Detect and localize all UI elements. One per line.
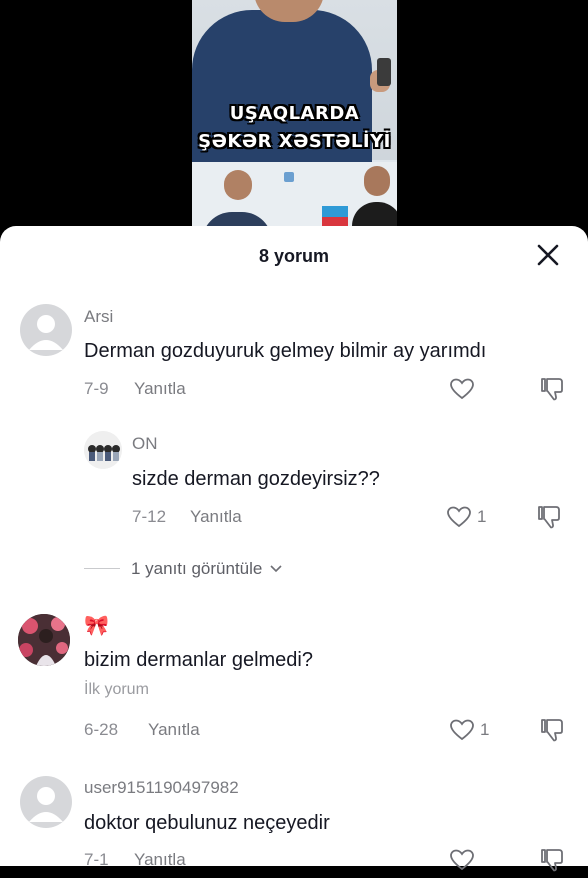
divider <box>84 568 120 569</box>
video-thumbnail: UŞAQLARDA ŞƏKƏR XƏSTƏLİYİ <box>192 0 397 240</box>
comments-count-title: 8 yorum <box>258 246 330 266</box>
view-replies-button[interactable]: 1 yanıtı görüntüle <box>131 559 283 579</box>
like-count: 1 <box>477 507 487 526</box>
comment-date: 7-12 <box>132 507 167 526</box>
microphone-icon <box>377 58 391 86</box>
comment-username[interactable]: user9151190497982 <box>84 778 239 798</box>
reply-button[interactable]: Yanıtla <box>134 379 186 399</box>
reply-button[interactable]: Yanıtla <box>190 507 242 527</box>
close-icon[interactable] <box>536 243 560 267</box>
heart-icon[interactable] <box>446 504 472 530</box>
view-replies-label: 1 yanıtı görüntüle <box>131 559 263 578</box>
photo-avatar-icon <box>18 614 70 666</box>
comment-date: 7-9 <box>84 379 109 398</box>
first-comment-badge: İlk yorum <box>84 681 149 698</box>
reply-button[interactable]: Yanıtla <box>148 720 200 740</box>
comment-date: 7-1 <box>84 850 109 869</box>
avatar[interactable] <box>20 304 72 356</box>
reply-button[interactable]: Yanıtla <box>134 850 186 870</box>
chevron-down-icon <box>270 565 282 573</box>
comment-text: doktor qebulunuz neçeyedir <box>84 812 330 834</box>
comment-text: sizde derman gozdeyirsiz?? <box>132 468 380 490</box>
default-avatar-icon <box>29 787 63 822</box>
avatar[interactable] <box>18 614 70 666</box>
comment-text: Derman gozduyuruk gelmey bilmir ay yarım… <box>84 340 487 362</box>
dislike-icon[interactable] <box>539 717 565 743</box>
interviewer-head <box>364 166 390 196</box>
like-count: 1 <box>480 720 490 739</box>
comment-username[interactable]: ON <box>132 434 158 454</box>
video-caption-line1: UŞAQLARDA <box>229 103 360 124</box>
comment-text: bizim dermanlar gelmedi? <box>84 649 313 671</box>
heart-icon[interactable] <box>449 376 475 402</box>
default-avatar-icon <box>29 315 63 350</box>
heart-icon[interactable] <box>449 847 475 873</box>
comment-username[interactable]: Arsi <box>84 307 113 327</box>
group-avatar-icon <box>84 431 122 469</box>
avatar[interactable] <box>20 776 72 828</box>
background-object <box>284 172 294 182</box>
heart-icon[interactable] <box>449 717 475 743</box>
avatar[interactable] <box>84 431 122 469</box>
video-player[interactable]: UŞAQLARDA ŞƏKƏR XƏSTƏLİYİ <box>0 0 588 240</box>
comment-username[interactable]: 🎀 <box>84 613 109 638</box>
doctor-head <box>224 170 252 200</box>
dislike-icon[interactable] <box>539 376 565 402</box>
dislike-icon[interactable] <box>539 847 565 873</box>
comments-sheet: 8 yorum Arsi Derman gozduyuruk gelmey bi… <box>0 226 588 872</box>
video-caption-line2: ŞƏKƏR XƏSTƏLİYİ <box>198 131 391 152</box>
comment-date: 6-28 <box>84 720 119 739</box>
dislike-icon[interactable] <box>536 504 562 530</box>
